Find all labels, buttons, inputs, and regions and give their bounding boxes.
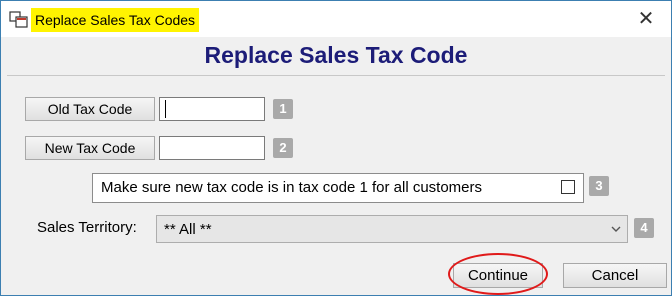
title-bar: Replace Sales Tax Codes ✕ [1, 1, 671, 37]
new-tax-code-input[interactable] [159, 136, 265, 160]
page-title: Replace Sales Tax Code [204, 42, 468, 68]
new-tax-code-button[interactable]: New Tax Code [25, 136, 155, 160]
step-badge-2: 2 [273, 138, 293, 158]
sales-territory-value: ** All ** [164, 221, 212, 238]
confirm-checkbox[interactable] [561, 180, 575, 194]
window-title: Replace Sales Tax Codes [31, 8, 200, 32]
step-badge-4: 4 [634, 218, 654, 238]
app-icon [9, 11, 28, 28]
step-badge-1: 1 [273, 99, 293, 119]
notice-text: Make sure new tax code is in tax code 1 … [101, 179, 483, 196]
step-badge-3: 3 [589, 176, 609, 196]
dialog-window: Replace Sales Tax Codes ✕ Replace Sales … [0, 0, 672, 296]
cancel-button[interactable]: Cancel [563, 263, 667, 288]
old-tax-code-button[interactable]: Old Tax Code [25, 97, 155, 121]
tax-code-notice: Make sure new tax code is in tax code 1 … [92, 173, 584, 203]
continue-button[interactable]: Continue [453, 263, 543, 288]
chevron-down-icon [611, 226, 621, 232]
sales-territory-label: Sales Territory: [37, 219, 137, 236]
sales-territory-select[interactable]: ** All ** [156, 215, 628, 243]
divider [7, 75, 665, 76]
old-tax-code-input[interactable] [159, 97, 265, 121]
close-icon[interactable]: ✕ [633, 7, 659, 31]
text-cursor [165, 100, 166, 118]
